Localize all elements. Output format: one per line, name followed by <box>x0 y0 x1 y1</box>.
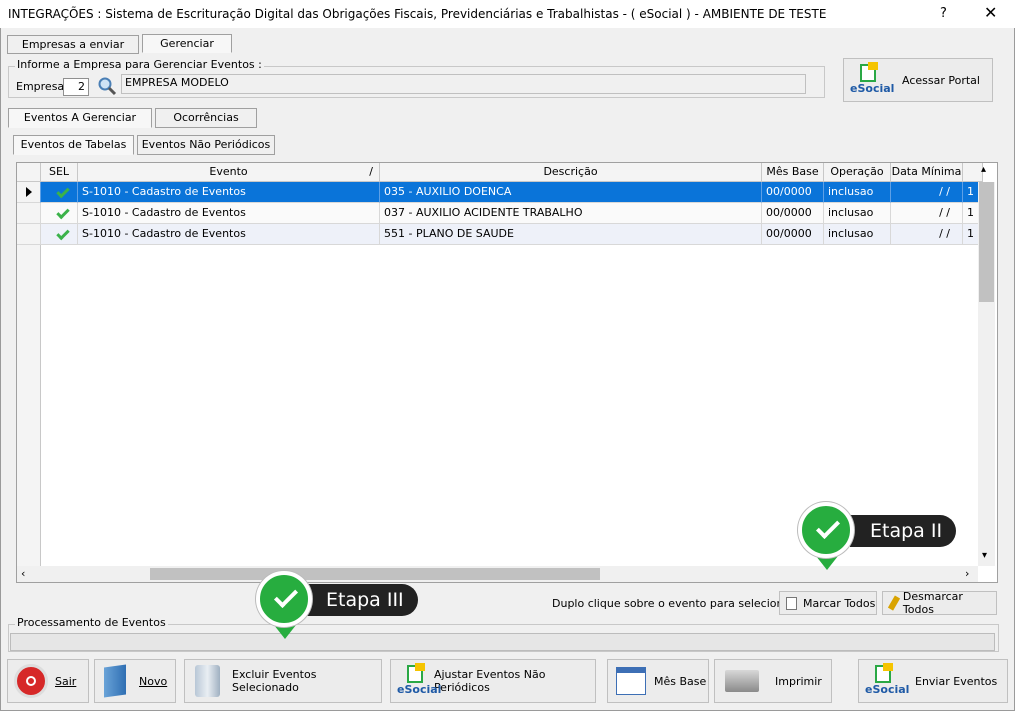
cell-operacao: inclusao <box>824 203 891 224</box>
col-header-descricao[interactable]: Descrição <box>380 163 762 182</box>
cell-operacao: inclusao <box>824 224 891 245</box>
empresa-group-legend: Informe a Empresa para Gerenciar Eventos… <box>15 58 264 71</box>
help-button[interactable]: ? <box>940 6 947 21</box>
esocial-logo-icon: eSocial <box>397 661 441 701</box>
scroll-left-icon[interactable]: ‹ <box>21 567 25 580</box>
power-icon <box>14 664 48 698</box>
sair-label: Sair <box>55 674 77 688</box>
sel-check-icon[interactable] <box>41 203 78 224</box>
cell-extra: 1 <box>963 203 979 224</box>
row-pointer-icon <box>17 182 41 203</box>
row-indicator <box>17 203 41 224</box>
tab-eventos-a-gerenciar[interactable]: Eventos A Gerenciar <box>8 108 152 128</box>
novo-label: Novo <box>139 674 168 688</box>
callout-etapa-ii-check-icon <box>798 502 854 570</box>
table-row[interactable]: S-1010 - Cadastro de Eventos 551 - PLANO… <box>17 224 979 245</box>
trash-icon <box>195 665 221 697</box>
excluir-label: Excluir Eventos Selecionado <box>232 668 317 694</box>
sel-check-icon[interactable] <box>41 182 78 203</box>
search-icon[interactable] <box>97 76 117 96</box>
tab-eventos-nao-periodicos[interactable]: Eventos Não Periódicos <box>137 135 275 155</box>
novo-button[interactable]: Novo <box>94 659 176 703</box>
sort-indicator: / <box>369 165 373 178</box>
col-header-extra <box>963 163 983 182</box>
cell-data-minima: / / <box>891 224 963 245</box>
sair-button[interactable]: Sair <box>7 659 89 703</box>
table-row[interactable]: S-1010 - Cadastro de Eventos 035 - AUXIL… <box>17 182 979 203</box>
enviar-eventos-label: Enviar Eventos <box>915 674 998 688</box>
cell-mes-base: 00/0000 <box>762 224 824 245</box>
horizontal-scroll-thumb[interactable] <box>150 568 600 580</box>
empresa-code-input[interactable]: 2 <box>63 78 89 96</box>
calendar-icon <box>616 667 646 695</box>
cell-mes-base: 00/0000 <box>762 182 824 203</box>
empresa-label: Empresa <box>16 80 65 93</box>
selection-hint: Duplo clique sobre o evento para selecio… <box>552 597 808 610</box>
cell-mes-base: 00/0000 <box>762 203 824 224</box>
row-indicator-column <box>17 245 41 582</box>
tab-eventos-de-tabelas[interactable]: Eventos de Tabelas <box>13 135 134 155</box>
printer-icon <box>725 670 759 692</box>
callout-etapa-iii-label: Etapa III <box>306 584 418 616</box>
callout-etapa-iii-check-icon <box>256 571 312 639</box>
window-title: INTEGRAÇÕES : Sistema de Escrituração Di… <box>8 7 827 21</box>
grid-indicator-header <box>17 163 41 182</box>
processamento-legend: Processamento de Eventos <box>15 616 168 629</box>
desmarcar-todos-label: Desmarcar Todos <box>902 590 963 616</box>
scroll-right-icon[interactable]: › <box>965 567 969 580</box>
col-header-operacao[interactable]: Operação <box>824 163 891 182</box>
desmarcar-todos-button[interactable]: Desmarcar Todos <box>882 590 997 616</box>
acessar-portal-label: Acessar Portal <box>902 73 980 87</box>
mes-base-button[interactable]: Mês Base <box>607 659 709 703</box>
imprimir-button[interactable]: Imprimir <box>714 659 832 703</box>
title-bar: INTEGRAÇÕES : Sistema de Escrituração Di… <box>0 0 1015 28</box>
cell-descricao: 551 - PLANO DE SAUDE <box>380 224 762 245</box>
esocial-logo-icon: eSocial <box>850 60 894 100</box>
callout-etapa-ii-label: Etapa II <box>850 515 957 547</box>
imprimir-label: Imprimir <box>775 674 822 688</box>
tab-empresas-a-enviar[interactable]: Empresas a enviar <box>7 35 139 54</box>
cell-extra: 1 <box>963 224 979 245</box>
tab-gerenciar[interactable]: Gerenciar <box>142 34 232 53</box>
cell-descricao: 037 - AUXILIO ACIDENTE TRABALHO <box>380 203 762 224</box>
enviar-eventos-button[interactable]: eSocial Enviar Eventos <box>858 659 1008 703</box>
tab-ocorrencias[interactable]: Ocorrências <box>155 108 257 128</box>
cell-extra: 1 <box>963 182 979 203</box>
vertical-scroll-thumb[interactable] <box>979 182 994 302</box>
document-icon <box>786 596 797 610</box>
close-button[interactable]: ✕ <box>984 3 997 22</box>
marcar-todos-button[interactable]: Marcar Todos <box>779 591 877 615</box>
processamento-progress-bar <box>10 633 995 651</box>
sel-check-icon[interactable] <box>41 224 78 245</box>
scroll-up-icon[interactable]: ▴ <box>981 164 986 175</box>
cell-data-minima: / / <box>891 203 963 224</box>
mes-base-label: Mês Base <box>654 674 707 688</box>
cell-data-minima: / / <box>891 182 963 203</box>
cell-evento: S-1010 - Cadastro de Eventos <box>78 182 380 203</box>
acessar-portal-button[interactable]: eSocial Acessar Portal <box>843 58 993 102</box>
door-icon <box>104 664 126 698</box>
cell-evento: S-1010 - Cadastro de Eventos <box>78 203 380 224</box>
cell-descricao: 035 - AUXILIO DOENCA <box>380 182 762 203</box>
ajustar-eventos-button[interactable]: eSocial Ajustar Eventos Não Periódicos <box>390 659 596 703</box>
cell-operacao: inclusao <box>824 182 891 203</box>
excluir-eventos-button[interactable]: Excluir Eventos Selecionado <box>184 659 382 703</box>
vertical-scrollbar[interactable]: ▾ <box>978 182 995 566</box>
marcar-todos-label: Marcar Todos <box>803 596 876 610</box>
scroll-down-icon[interactable]: ▾ <box>982 550 987 561</box>
ajustar-label: Ajustar Eventos Não Periódicos <box>433 668 546 694</box>
col-header-evento[interactable]: Evento / <box>78 163 380 182</box>
col-header-data-minima[interactable]: Data Mínima <box>891 163 963 182</box>
cell-evento: S-1010 - Cadastro de Eventos <box>78 224 380 245</box>
broom-icon <box>887 595 901 611</box>
col-header-sel[interactable]: SEL <box>41 163 78 182</box>
esocial-logo-icon: eSocial <box>865 661 909 701</box>
row-indicator <box>17 224 41 245</box>
empresa-name-field: EMPRESA MODELO <box>121 74 806 94</box>
col-header-mes-base[interactable]: Mês Base <box>762 163 824 182</box>
table-row[interactable]: S-1010 - Cadastro de Eventos 037 - AUXIL… <box>17 203 979 224</box>
